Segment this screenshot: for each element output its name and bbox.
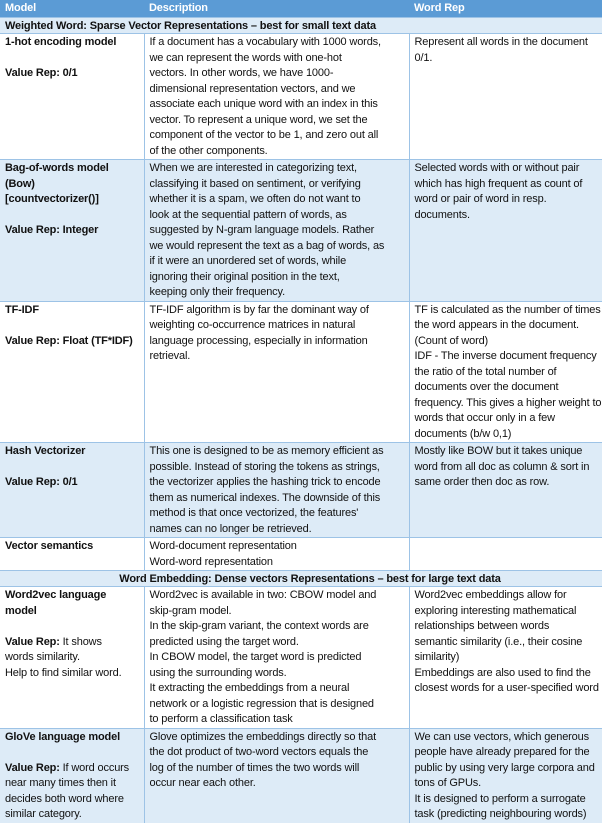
model-name: Hash Vectorizer <box>5 445 86 457</box>
model-name: Word2vec language model <box>5 589 107 617</box>
description-cell: Word2vec is available in two: CBOW model… <box>143 586 409 728</box>
header-model: Model <box>0 0 144 18</box>
table-row: 1-hot encoding model Value Rep: 0/1 If a … <box>0 33 602 160</box>
word-rep-cell <box>408 537 602 571</box>
model-cell: 1-hot encoding model Value Rep: 0/1 <box>0 33 144 160</box>
model-name: 1-hot encoding model <box>5 36 117 48</box>
description-cell: When we are interested in categorizing t… <box>143 159 409 301</box>
table-row: Word2vec language model Value Rep: It sh… <box>0 586 602 728</box>
word-rep-cell: We can use vectors, which generous peopl… <box>408 727 602 823</box>
model-name: GloVe language model <box>5 730 120 743</box>
section-title: Word Embedding: Dense vectors Representa… <box>0 570 602 587</box>
word-rep-cell: Represent all words in the document 0/1. <box>408 33 602 160</box>
description-cell: If a document has a vocabulary with 1000… <box>143 33 409 160</box>
model-name: Bag-of-words model (Bow) [countvectorize… <box>5 162 109 205</box>
model-cell: Bag-of-words model (Bow) [countvectorize… <box>0 159 144 301</box>
section-title: Weighted Word: Sparse Vector Representat… <box>0 17 602 34</box>
table-row: Bag-of-words model (Bow) [countvectorize… <box>0 159 602 301</box>
description-cell: Word-document representation Word-word r… <box>143 537 409 571</box>
model-cell: TF-IDF Value Rep: Float (TF*IDF) <box>0 300 144 443</box>
value-rep-label: Value Rep: <box>5 635 60 648</box>
model-cell: Hash Vectorizer Value Rep: 0/1 <box>0 442 144 538</box>
table-row: Vector semantics Word-document representa… <box>0 537 602 571</box>
table-row: TF-IDF Value Rep: Float (TF*IDF) TF-IDF a… <box>0 300 602 443</box>
value-rep-label: Value Rep: <box>5 761 60 774</box>
section-header-row: Weighted Word: Sparse Vector Representat… <box>0 17 602 34</box>
description-cell: TF-IDF algorithm is by far the dominant … <box>143 300 409 443</box>
model-name: TF-IDF <box>5 303 39 316</box>
model-cell: Word2vec language model Value Rep: It sh… <box>0 586 144 728</box>
header-description: Description <box>144 0 409 18</box>
comparison-table: Model Description Word Rep Weighted Word… <box>0 0 602 823</box>
model-cell: Vector semantics <box>0 537 144 571</box>
word-rep-cell: Word2vec embeddings allow for exploring … <box>408 586 602 728</box>
value-rep-label: Value Rep: Float (TF*IDF) <box>5 334 133 347</box>
table-row: GloVe language model Value Rep: If word … <box>0 727 602 823</box>
header-row: Model Description Word Rep <box>0 0 602 18</box>
header-word-rep: Word Rep <box>409 0 602 18</box>
model-name: Vector semantics <box>5 540 94 552</box>
value-rep-label: Value Rep: 0/1 <box>5 476 78 488</box>
table-row: Hash Vectorizer Value Rep: 0/1 This one i… <box>0 442 602 538</box>
description-cell: Glove optimizes the embeddings directly … <box>143 727 409 823</box>
description-cell: This one is designed to be as memory eff… <box>143 442 409 538</box>
value-rep-label: Value Rep: 0/1 <box>5 67 78 79</box>
word-rep-cell: TF is calculated as the number of times … <box>408 300 602 443</box>
word-rep-cell: Selected words with or without pair whic… <box>408 159 602 301</box>
table-body: Weighted Word: Sparse Vector Representat… <box>0 17 602 823</box>
value-rep-label: Value Rep: Integer <box>5 224 99 236</box>
section-header-row: Word Embedding: Dense vectors Representa… <box>0 570 602 587</box>
word-rep-cell: Mostly like BOW but it takes unique word… <box>408 442 602 538</box>
model-cell: GloVe language model Value Rep: If word … <box>0 727 144 823</box>
